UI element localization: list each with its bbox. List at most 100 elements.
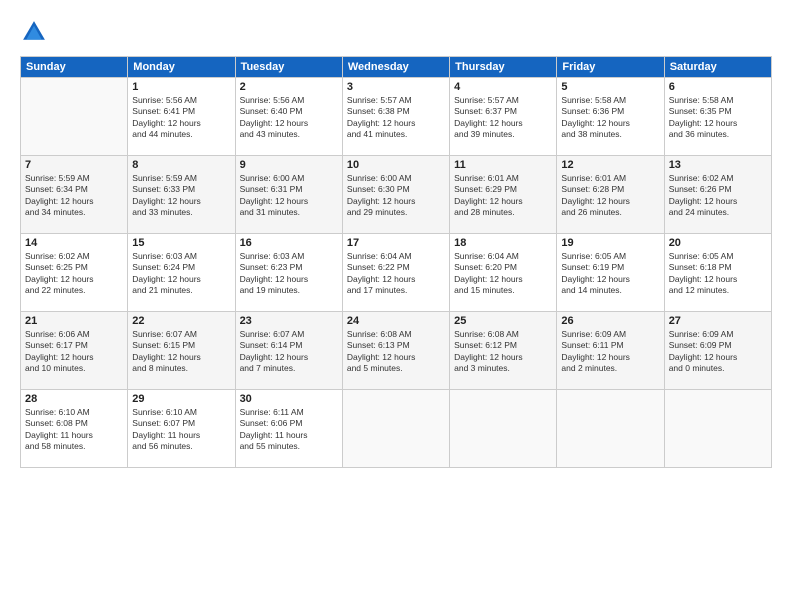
logo-icon: [20, 18, 48, 46]
calendar-cell: 9 Sunrise: 6:00 AM Sunset: 6:31 PM Daylig…: [235, 156, 342, 234]
calendar-cell: [21, 78, 128, 156]
day-number: 5: [561, 81, 659, 93]
header-cell-monday: Monday: [128, 57, 235, 78]
day-number: 1: [132, 81, 230, 93]
day-number: 16: [240, 237, 338, 249]
calendar-cell: 4 Sunrise: 5:57 AM Sunset: 6:37 PM Daylig…: [450, 78, 557, 156]
day-number: 6: [669, 81, 767, 93]
calendar-week-2: 7 Sunrise: 5:59 AM Sunset: 6:34 PM Daylig…: [21, 156, 772, 234]
day-number: 11: [454, 159, 552, 171]
day-info: Sunrise: 6:02 AM Sunset: 6:26 PM Dayligh…: [669, 173, 767, 219]
calendar-cell: 2Sunrise: 5:56 AM Sunset: 6:40 PM Daylig…: [235, 78, 342, 156]
calendar-cell: 3 Sunrise: 5:57 AM Sunset: 6:38 PM Daylig…: [342, 78, 449, 156]
day-info: Sunrise: 6:09 AM Sunset: 6:09 PM Dayligh…: [669, 329, 767, 375]
calendar-cell: 17 Sunrise: 6:04 AM Sunset: 6:22 PM Dayli…: [342, 234, 449, 312]
logo: [20, 18, 50, 46]
calendar-cell: 6 Sunrise: 5:58 AM Sunset: 6:35 PM Daylig…: [664, 78, 771, 156]
calendar-cell: 8 Sunrise: 5:59 AM Sunset: 6:33 PM Daylig…: [128, 156, 235, 234]
day-info: Sunrise: 6:11 AM Sunset: 6:06 PM Dayligh…: [240, 407, 338, 453]
day-number: 13: [669, 159, 767, 171]
day-info: Sunrise: 5:58 AM Sunset: 6:36 PM Dayligh…: [561, 95, 659, 141]
calendar-cell: 19 Sunrise: 6:05 AM Sunset: 6:19 PM Dayli…: [557, 234, 664, 312]
day-info: Sunrise: 6:07 AM Sunset: 6:15 PM Dayligh…: [132, 329, 230, 375]
day-info: Sunrise: 6:05 AM Sunset: 6:18 PM Dayligh…: [669, 251, 767, 297]
calendar-cell: 16Sunrise: 6:03 AM Sunset: 6:23 PM Dayli…: [235, 234, 342, 312]
calendar-cell: 27 Sunrise: 6:09 AM Sunset: 6:09 PM Dayli…: [664, 312, 771, 390]
day-info: Sunrise: 5:59 AM Sunset: 6:33 PM Dayligh…: [132, 173, 230, 219]
day-info: Sunrise: 6:08 AM Sunset: 6:12 PM Dayligh…: [454, 329, 552, 375]
day-number: 4: [454, 81, 552, 93]
day-info: Sunrise: 6:01 AM Sunset: 6:28 PM Dayligh…: [561, 173, 659, 219]
calendar-cell: 21Sunrise: 6:06 AM Sunset: 6:17 PM Dayli…: [21, 312, 128, 390]
day-info: Sunrise: 5:59 AM Sunset: 6:34 PM Dayligh…: [25, 173, 123, 219]
day-number: 27: [669, 315, 767, 327]
day-info: Sunrise: 6:06 AM Sunset: 6:17 PM Dayligh…: [25, 329, 123, 375]
day-info: Sunrise: 5:57 AM Sunset: 6:37 PM Dayligh…: [454, 95, 552, 141]
calendar-week-5: 28Sunrise: 6:10 AM Sunset: 6:08 PM Dayli…: [21, 390, 772, 468]
day-info: Sunrise: 6:07 AM Sunset: 6:14 PM Dayligh…: [240, 329, 338, 375]
calendar-cell: 23 Sunrise: 6:07 AM Sunset: 6:14 PM Dayli…: [235, 312, 342, 390]
header-cell-wednesday: Wednesday: [342, 57, 449, 78]
calendar-cell: [342, 390, 449, 468]
calendar-cell: 5 Sunrise: 5:58 AM Sunset: 6:36 PM Daylig…: [557, 78, 664, 156]
day-number: 26: [561, 315, 659, 327]
header-cell-sunday: Sunday: [21, 57, 128, 78]
day-number: 9: [240, 159, 338, 171]
day-number: 25: [454, 315, 552, 327]
day-info: Sunrise: 6:04 AM Sunset: 6:20 PM Dayligh…: [454, 251, 552, 297]
calendar-cell: 12 Sunrise: 6:01 AM Sunset: 6:28 PM Dayli…: [557, 156, 664, 234]
day-number: 20: [669, 237, 767, 249]
calendar-header: SundayMondayTuesdayWednesdayThursdayFrid…: [21, 57, 772, 78]
calendar-cell: 30 Sunrise: 6:11 AM Sunset: 6:06 PM Dayli…: [235, 390, 342, 468]
calendar-cell: 22Sunrise: 6:07 AM Sunset: 6:15 PM Dayli…: [128, 312, 235, 390]
calendar-week-1: 1 Sunrise: 5:56 AM Sunset: 6:41 PM Daylig…: [21, 78, 772, 156]
day-number: 24: [347, 315, 445, 327]
day-info: Sunrise: 6:08 AM Sunset: 6:13 PM Dayligh…: [347, 329, 445, 375]
day-number: 17: [347, 237, 445, 249]
day-info: Sunrise: 6:09 AM Sunset: 6:11 PM Dayligh…: [561, 329, 659, 375]
calendar-table: SundayMondayTuesdayWednesdayThursdayFrid…: [20, 56, 772, 468]
day-info: Sunrise: 6:02 AM Sunset: 6:25 PM Dayligh…: [25, 251, 123, 297]
day-number: 7: [25, 159, 123, 171]
header-cell-saturday: Saturday: [664, 57, 771, 78]
day-info: Sunrise: 6:03 AM Sunset: 6:24 PM Dayligh…: [132, 251, 230, 297]
day-number: 29: [132, 393, 230, 405]
day-number: 3: [347, 81, 445, 93]
calendar-cell: 28Sunrise: 6:10 AM Sunset: 6:08 PM Dayli…: [21, 390, 128, 468]
calendar-cell: 11 Sunrise: 6:01 AM Sunset: 6:29 PM Dayli…: [450, 156, 557, 234]
calendar-cell: 15 Sunrise: 6:03 AM Sunset: 6:24 PM Dayli…: [128, 234, 235, 312]
day-number: 8: [132, 159, 230, 171]
calendar-cell: 13 Sunrise: 6:02 AM Sunset: 6:26 PM Dayli…: [664, 156, 771, 234]
calendar-cell: 25 Sunrise: 6:08 AM Sunset: 6:12 PM Dayli…: [450, 312, 557, 390]
header-cell-thursday: Thursday: [450, 57, 557, 78]
calendar-cell: 7 Sunrise: 5:59 AM Sunset: 6:34 PM Daylig…: [21, 156, 128, 234]
day-info: Sunrise: 6:01 AM Sunset: 6:29 PM Dayligh…: [454, 173, 552, 219]
day-info: Sunrise: 5:58 AM Sunset: 6:35 PM Dayligh…: [669, 95, 767, 141]
day-number: 15: [132, 237, 230, 249]
day-info: Sunrise: 6:05 AM Sunset: 6:19 PM Dayligh…: [561, 251, 659, 297]
calendar-cell: [557, 390, 664, 468]
day-info: Sunrise: 5:57 AM Sunset: 6:38 PM Dayligh…: [347, 95, 445, 141]
calendar-cell: [450, 390, 557, 468]
day-info: Sunrise: 6:00 AM Sunset: 6:30 PM Dayligh…: [347, 173, 445, 219]
calendar-cell: 18 Sunrise: 6:04 AM Sunset: 6:20 PM Dayli…: [450, 234, 557, 312]
calendar-cell: 24 Sunrise: 6:08 AM Sunset: 6:13 PM Dayli…: [342, 312, 449, 390]
calendar-cell: 20 Sunrise: 6:05 AM Sunset: 6:18 PM Dayli…: [664, 234, 771, 312]
header-cell-friday: Friday: [557, 57, 664, 78]
day-number: 18: [454, 237, 552, 249]
day-info: Sunrise: 5:56 AM Sunset: 6:41 PM Dayligh…: [132, 95, 230, 141]
day-info: Sunrise: 6:00 AM Sunset: 6:31 PM Dayligh…: [240, 173, 338, 219]
day-number: 19: [561, 237, 659, 249]
day-info: Sunrise: 6:04 AM Sunset: 6:22 PM Dayligh…: [347, 251, 445, 297]
header-row: SundayMondayTuesdayWednesdayThursdayFrid…: [21, 57, 772, 78]
calendar-cell: 26 Sunrise: 6:09 AM Sunset: 6:11 PM Dayli…: [557, 312, 664, 390]
day-info: Sunrise: 6:10 AM Sunset: 6:07 PM Dayligh…: [132, 407, 230, 453]
day-number: 12: [561, 159, 659, 171]
day-number: 23: [240, 315, 338, 327]
day-number: 30: [240, 393, 338, 405]
calendar-cell: 29 Sunrise: 6:10 AM Sunset: 6:07 PM Dayli…: [128, 390, 235, 468]
header-cell-tuesday: Tuesday: [235, 57, 342, 78]
page: SundayMondayTuesdayWednesdayThursdayFrid…: [0, 0, 792, 612]
day-number: 2: [240, 81, 338, 93]
day-number: 10: [347, 159, 445, 171]
